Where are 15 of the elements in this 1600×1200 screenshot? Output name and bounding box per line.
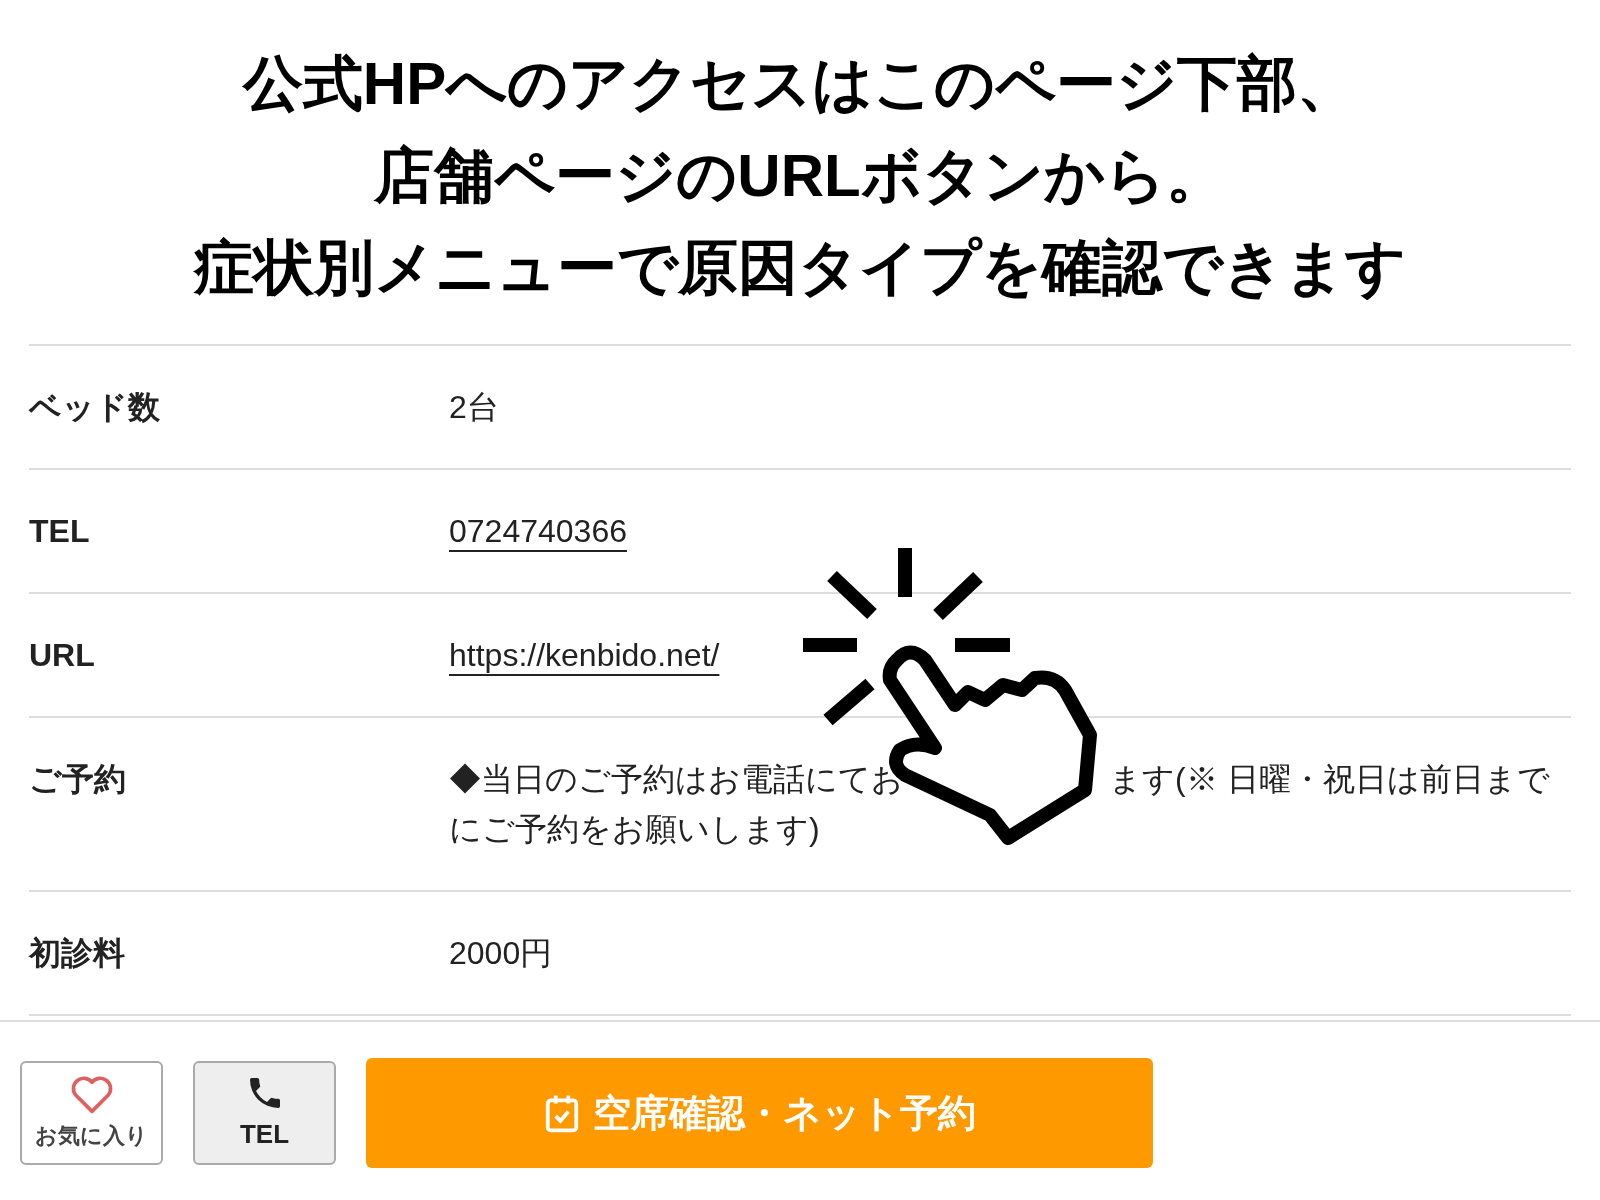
value-text: 2台 xyxy=(449,389,499,425)
headline-text: 店舗ページのURLボタンから。 xyxy=(374,141,1226,211)
link[interactable]: 0724740366 xyxy=(449,513,627,549)
row-label: 初診料 xyxy=(29,934,126,973)
headline-text: 公式HPへのアクセスはこのページ下部、 xyxy=(242,49,1358,119)
row-label: ベッド数 xyxy=(29,388,161,427)
headline-text: 症状別メニューで原因タイプを確認できます xyxy=(194,233,1406,303)
favorite-button[interactable]: お気に入り xyxy=(20,1061,163,1165)
row-label: TEL xyxy=(29,512,91,551)
link[interactable]: https://kenbido.net/ xyxy=(449,637,720,673)
value-text: 2000円 xyxy=(449,935,553,971)
tel-button[interactable]: TEL xyxy=(193,1061,336,1165)
heart-icon xyxy=(69,1074,114,1115)
row-label: URL xyxy=(29,636,96,675)
row-label: ご予約 xyxy=(29,760,127,799)
